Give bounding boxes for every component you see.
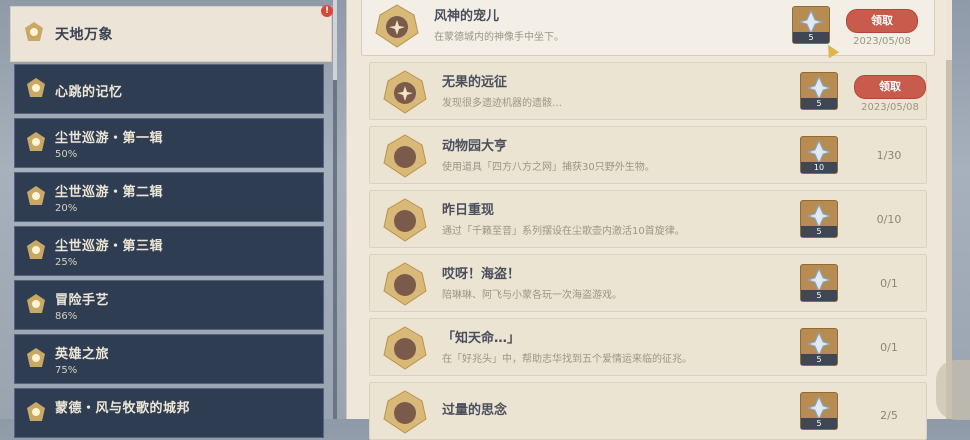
category-percent: 25% [55, 257, 78, 268]
category-name: 冒险手艺 [55, 293, 110, 308]
category-percent: 20% [55, 203, 78, 214]
achievement-row: 无果的远征 发现很多遗迹机器的遗骸… 5 领取 2023/05/08 [369, 62, 927, 120]
category-item-heartbeat[interactable]: 心跳的记忆 [14, 64, 324, 114]
achievement-description: 发现很多遗迹机器的遗骸… [442, 98, 562, 109]
achievement-badge-icon [382, 133, 428, 179]
achievement-progress: 0/10 [876, 213, 902, 226]
achievement-progress: 1/30 [876, 149, 902, 162]
achievement-row: 过量的思念 5 2/5 [369, 382, 927, 440]
category-item-hero-journey[interactable]: 英雄之旅 75% [14, 334, 324, 384]
category-list: 天地万象 ! 心跳的记忆 尘世巡游・第一辑 50% 尘世巡游・第二辑 20% 尘… [0, 0, 346, 438]
category-item-heaven-earth[interactable]: 天地万象 ! [10, 5, 333, 62]
completion-date: 2023/05/08 [861, 102, 919, 113]
achievement-title: 过量的思念 [442, 403, 508, 418]
achievement-description: 使用道具「四方八方之网」捕获30只野外生物。 [442, 162, 655, 173]
achievement-badge-icon [382, 69, 428, 115]
primogem-reward: 5 [800, 392, 838, 430]
primogem-reward: 5 [800, 200, 838, 238]
category-item-crafting[interactable]: 冒险手艺 86% [14, 280, 324, 330]
achievement-progress: 0/1 [880, 277, 898, 290]
achievement-progress: 2/5 [880, 409, 898, 422]
achievement-title: 哎呀！海盗！ [442, 267, 521, 282]
alert-badge: ! [321, 5, 333, 17]
reward-count: 5 [801, 290, 837, 301]
achievement-row: 哎呀！海盗！ 陪琳琳、阿飞与小蒙各玩一次海盗游戏。 5 0/1 [369, 254, 927, 312]
primogem-reward: 5 [792, 6, 830, 44]
achievement-badge-icon [374, 3, 420, 49]
achievement-category-icon [25, 401, 47, 423]
category-percent: 75% [55, 365, 78, 376]
achievement-badge-icon [382, 325, 428, 371]
primogem-icon [807, 76, 831, 100]
achievement-scrollbar[interactable] [946, 0, 952, 419]
category-percent: 86% [55, 311, 78, 322]
reward-count: 5 [793, 32, 829, 43]
achievement-description: 通过「千籁至音」系列摆设在尘歌壶内激活10首旋律。 [442, 226, 685, 237]
category-name: 天地万象 [55, 27, 113, 43]
category-name: 尘世巡游・第三辑 [55, 239, 164, 254]
achievement-category-icon [25, 347, 47, 369]
achievement-badge-icon [382, 389, 428, 435]
achievement-badge-icon [382, 261, 428, 307]
category-scrollbar[interactable] [333, 0, 337, 419]
category-item-wonders-2[interactable]: 尘世巡游・第二辑 20% [14, 172, 324, 222]
category-item-wonders-1[interactable]: 尘世巡游・第一辑 50% [14, 118, 324, 168]
completion-date: 2023/05/08 [853, 36, 911, 47]
primogem-icon [799, 10, 823, 34]
category-name: 蒙德・风与牧歌的城邦 [55, 401, 191, 416]
primogem-reward: 5 [800, 264, 838, 302]
primogem-icon [807, 204, 831, 228]
achievement-category-icon [25, 185, 47, 207]
primogem-icon [807, 140, 831, 164]
achievement-row: 「知天命…」 在「好兆头」中，帮助志华找到五个爱情运来临的征兆。 5 0/1 [369, 318, 927, 376]
primogem-reward: 10 [800, 136, 838, 174]
achievement-description: 在蒙德城内的神像手中坐下。 [434, 32, 564, 43]
achievement-row: 动物园大亨 使用道具「四方八方之网」捕获30只野外生物。 10 1/30 [369, 126, 927, 184]
primogem-icon [807, 396, 831, 420]
primogem-icon [807, 268, 831, 292]
achievement-row: 风神的宠儿 在蒙德城内的神像手中坐下。 5 领取 2023/05/08 [361, 0, 935, 56]
primogem-reward: 5 [800, 328, 838, 366]
side-decoration [936, 360, 970, 420]
primogem-reward: 5 [800, 72, 838, 110]
category-name: 英雄之旅 [55, 347, 110, 362]
reward-count: 5 [801, 354, 837, 365]
category-name: 尘世巡游・第一辑 [55, 131, 164, 146]
achievement-title: 动物园大亨 [442, 139, 508, 154]
achievement-title: 「知天命…」 [442, 331, 521, 346]
reward-count: 5 [801, 98, 837, 109]
primogem-icon [807, 332, 831, 356]
achievement-title: 昨日重现 [442, 203, 495, 218]
reward-count: 10 [801, 162, 837, 173]
claim-button[interactable]: 领取 [846, 9, 918, 33]
achievement-description: 陪琳琳、阿飞与小蒙各玩一次海盗游戏。 [442, 290, 622, 301]
achievement-badge-icon [382, 197, 428, 243]
category-percent: 50% [55, 149, 78, 160]
achievement-category-icon [25, 77, 47, 99]
achievement-category-icon [25, 239, 47, 261]
achievement-title: 风神的宠儿 [434, 9, 500, 24]
claim-button[interactable]: 领取 [854, 75, 926, 99]
achievement-row: 昨日重现 通过「千籁至音」系列摆设在尘歌壶内激活10首旋律。 5 0/10 [369, 190, 927, 248]
achievement-category-icon [25, 293, 47, 315]
achievement-progress: 0/1 [880, 341, 898, 354]
achievement-list: 风神的宠儿 在蒙德城内的神像手中坐下。 5 领取 2023/05/08 无果的远… [346, 0, 947, 440]
achievement-description: 在「好兆头」中，帮助志华找到五个爱情运来临的征兆。 [442, 354, 692, 365]
achievement-category-icon [23, 21, 45, 43]
reward-count: 5 [801, 226, 837, 237]
achievement-title: 无果的远征 [442, 75, 508, 90]
reward-count: 5 [801, 418, 837, 429]
category-item-mondstadt[interactable]: 蒙德・风与牧歌的城邦 [14, 388, 324, 438]
achievement-category-icon [25, 131, 47, 153]
category-name: 心跳的记忆 [55, 85, 123, 100]
category-name: 尘世巡游・第二辑 [55, 185, 164, 200]
category-item-wonders-3[interactable]: 尘世巡游・第三辑 25% [14, 226, 324, 276]
